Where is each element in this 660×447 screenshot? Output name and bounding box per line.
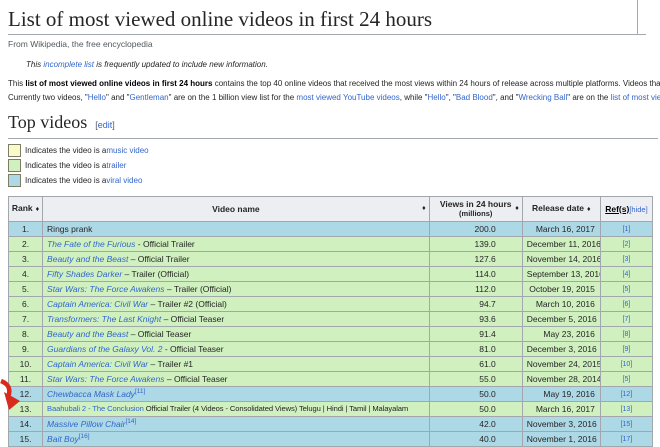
intro-line-1: This list of most viewed online videos i… <box>8 77 660 91</box>
table-row: 9. Guardians of the Galaxy Vol. 2 - Offi… <box>9 342 653 357</box>
color-legend: Indicates the video is a music video Ind… <box>8 143 660 188</box>
video-link[interactable]: Massive Pillow Chair <box>47 419 125 429</box>
views-column-header[interactable]: Views in 24 hours(millions)♦ <box>429 197 522 222</box>
sort-icon[interactable]: ♦ <box>36 206 40 213</box>
incomplete-list-link[interactable]: incomplete list <box>43 60 94 69</box>
reference-link[interactable]: [1] <box>623 226 631 233</box>
section-heading-top-videos: Top videos[edit] <box>8 112 658 139</box>
trailer-swatch <box>8 159 21 172</box>
table-row: 12. Chewbacca Mask Lady[11] 50.0 May 19,… <box>9 387 653 402</box>
reference-link[interactable]: [9] <box>623 346 631 353</box>
table-row: 7. Transformers: The Last Knight – Offic… <box>9 312 653 327</box>
reference-link[interactable]: [17] <box>621 436 633 443</box>
table-row: 3. Beauty and the Beast – Official Trail… <box>9 252 653 267</box>
table-row: 2. The Fate of the Furious - Official Tr… <box>9 237 653 252</box>
video-link[interactable]: Fifty Shades Darker <box>47 269 122 279</box>
footnote-marker[interactable]: [14] <box>125 418 136 425</box>
video-link[interactable]: Star Wars: The Force Awakens <box>47 374 164 384</box>
footnote-marker[interactable]: [16] <box>79 433 90 440</box>
gentleman-link[interactable]: Gentleman <box>129 93 168 102</box>
reference-link[interactable]: [12] <box>621 391 633 398</box>
intro-paragraph: This list of most viewed online videos i… <box>8 77 660 104</box>
reference-link[interactable]: [7] <box>623 316 631 323</box>
page-title: List of most viewed online videos in fir… <box>8 0 646 35</box>
sort-icon[interactable]: ♦ <box>587 206 591 213</box>
intro-line-2: Currently two videos, "Hello" and "Gentl… <box>8 91 660 105</box>
video-link[interactable]: Transformers: The Last Knight <box>47 314 161 324</box>
table-row: 4. Fifty Shades Darker – Trailer (Offici… <box>9 267 653 282</box>
trailer-link[interactable]: trailer <box>106 161 126 170</box>
reference-link[interactable]: [2] <box>623 241 631 248</box>
most-viewed-youtube-videos-link[interactable]: most viewed YouTube videos <box>296 93 399 102</box>
reference-link[interactable]: [6] <box>623 301 631 308</box>
hatnote: This incomplete list is frequently updat… <box>26 60 660 69</box>
table-row: 6. Captain America: Civil War – Trailer … <box>9 297 653 312</box>
sort-icon[interactable]: ♦ <box>422 204 426 214</box>
top-videos-table: Rank♦ Video name♦ Views in 24 hours(mill… <box>8 196 653 447</box>
wrecking-ball-link[interactable]: Wrecking Ball <box>518 93 567 102</box>
video-link[interactable]: Guardians of the Galaxy Vol. 2 <box>47 344 162 354</box>
table-header-row: Rank♦ Video name♦ Views in 24 hours(mill… <box>9 197 653 222</box>
refs-column-header: Ref(s)[hide] <box>600 197 652 222</box>
edit-link[interactable]: edit <box>98 120 113 130</box>
bad-blood-link[interactable]: Bad Blood <box>456 93 493 102</box>
video-link[interactable]: Chewbacca Mask Lady <box>47 389 135 399</box>
table-row: 15. Bait Boy[16] 40.0 November 1, 2016 [… <box>9 432 653 447</box>
music-video-link[interactable]: music video <box>106 146 148 155</box>
sort-icon[interactable]: ♦ <box>515 204 519 214</box>
video-name-column-header[interactable]: Video name♦ <box>43 197 430 222</box>
legend-item-viral-video: Indicates the video is a viral video <box>8 173 660 188</box>
video-link[interactable]: Baahubali 2 - The Conclusion <box>47 404 144 413</box>
release-date-column-header[interactable]: Release date♦ <box>522 197 600 222</box>
video-link[interactable]: Bait Boy <box>47 434 79 444</box>
reference-link[interactable]: [8] <box>623 331 631 338</box>
video-link[interactable]: Captain America: Civil War <box>47 299 148 309</box>
reference-link[interactable]: [5] <box>623 376 631 383</box>
most-viewed-vevo-link[interactable]: list of most viewed V <box>611 93 660 102</box>
footnote-marker[interactable]: [11] <box>135 388 145 395</box>
video-link[interactable]: The Fate of the Furious <box>47 239 135 249</box>
edit-section: [edit] <box>95 120 115 130</box>
viral-video-swatch <box>8 174 21 187</box>
hide-refs-link[interactable]: [hide] <box>629 205 647 214</box>
video-title: Rings prank <box>47 224 92 234</box>
hello-link[interactable]: Hello <box>88 93 106 102</box>
page-content: List of most viewed online videos in fir… <box>0 0 660 447</box>
rank-column-header[interactable]: Rank♦ <box>9 197 43 222</box>
table-row: 13. Baahubali 2 - The Conclusion Officia… <box>9 402 653 417</box>
video-link[interactable]: Captain America: Civil War <box>47 359 148 369</box>
video-link[interactable]: Beauty and the Beast <box>47 329 128 339</box>
table-row: 14. Massive Pillow Chair[14] 42.0 Novemb… <box>9 417 653 432</box>
legend-item-music-video: Indicates the video is a music video <box>8 143 660 158</box>
video-link[interactable]: Beauty and the Beast <box>47 254 128 264</box>
bold-article-name: list of most viewed online videos in fir… <box>25 79 212 88</box>
table-row: 1. Rings prank 200.0 March 16, 2017 [1] <box>9 222 653 237</box>
reference-link[interactable]: [10] <box>621 361 633 368</box>
table-row: 5. Star Wars: The Force Awakens – Traile… <box>9 282 653 297</box>
viral-video-link[interactable]: viral video <box>106 176 142 185</box>
site-tagline: From Wikipedia, the free encyclopedia <box>8 39 660 49</box>
music-video-swatch <box>8 144 21 157</box>
legend-item-trailer: Indicates the video is a trailer <box>8 158 660 173</box>
table-row: 8. Beauty and the Beast – Official Tease… <box>9 327 653 342</box>
reference-link[interactable]: [5] <box>623 286 631 293</box>
content-edge-line <box>637 0 638 34</box>
hello-link-2[interactable]: Hello <box>428 93 446 102</box>
reference-link[interactable]: [13] <box>621 406 633 413</box>
reference-link[interactable]: [15] <box>621 421 633 428</box>
reference-link[interactable]: [3] <box>623 256 631 263</box>
video-link[interactable]: Star Wars: The Force Awakens <box>47 284 164 294</box>
table-row: 11. Star Wars: The Force Awakens – Offic… <box>9 372 653 387</box>
reference-link[interactable]: [4] <box>623 271 631 278</box>
table-row: 10. Captain America: Civil War – Trailer… <box>9 357 653 372</box>
